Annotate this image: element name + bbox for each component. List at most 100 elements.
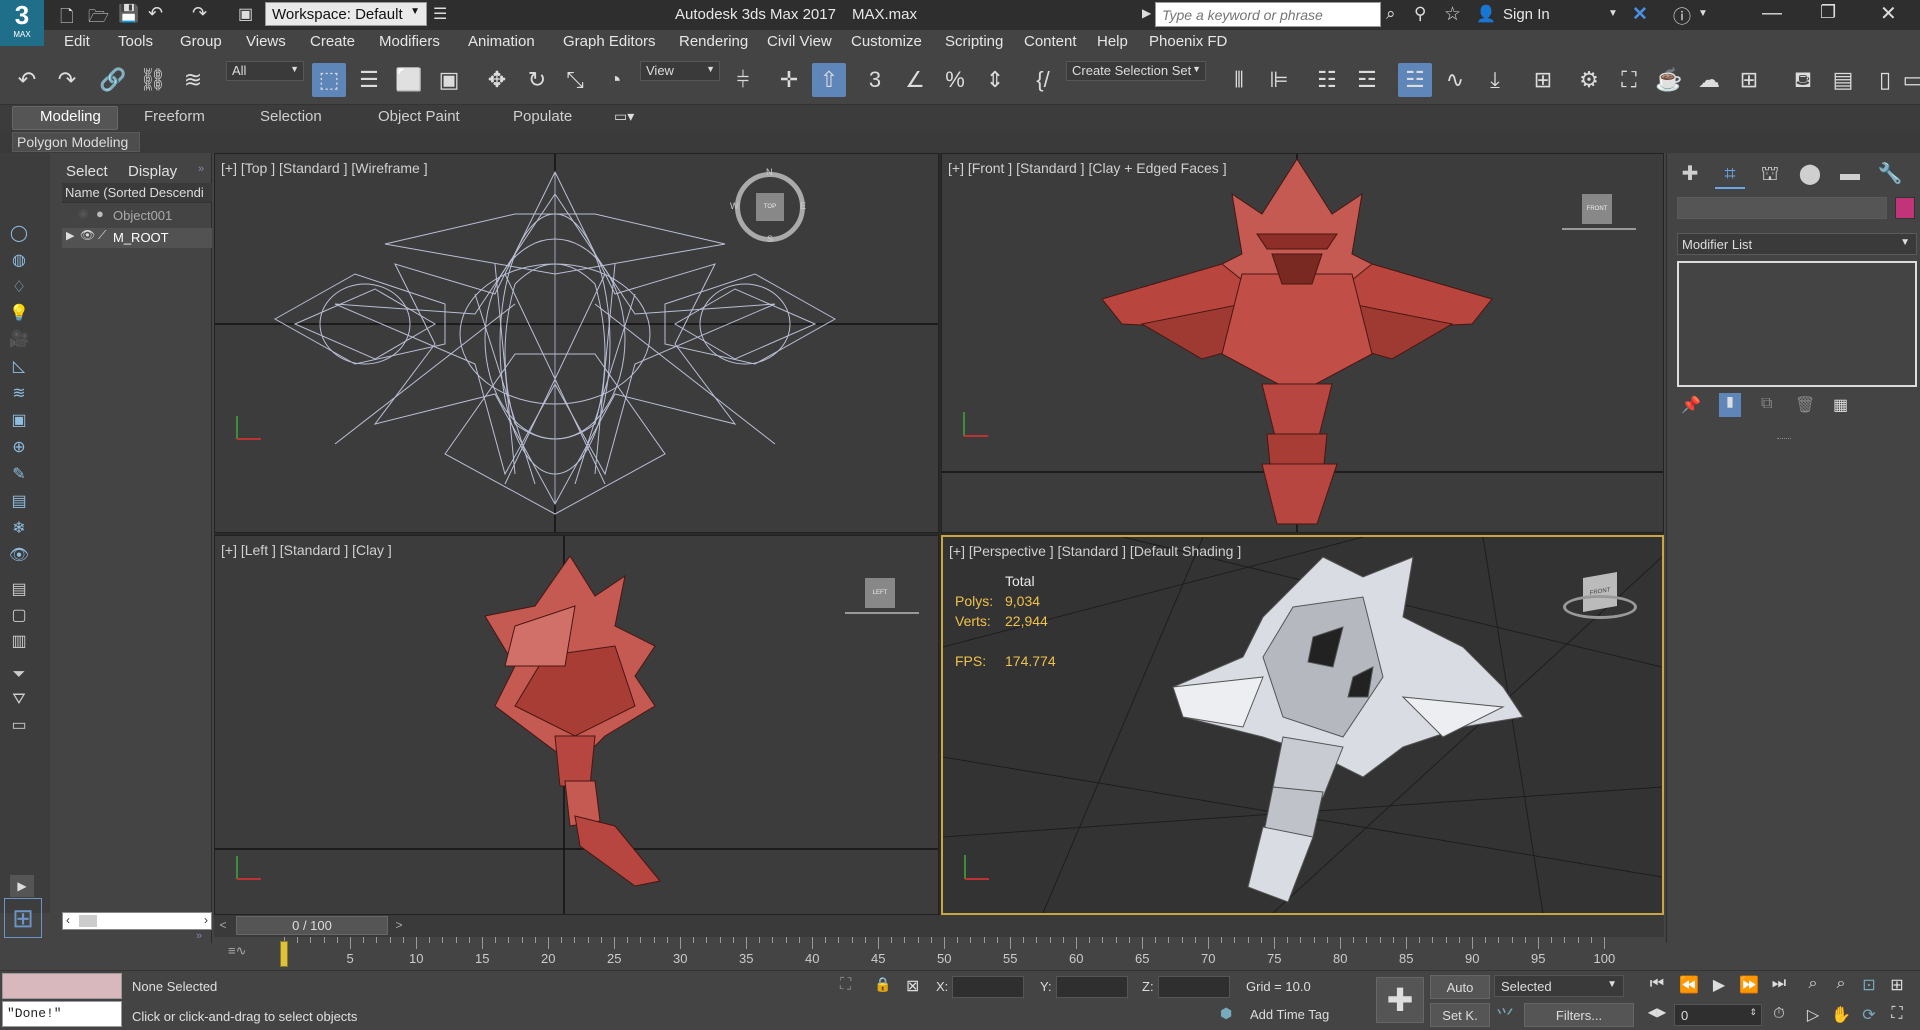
show-end-result-icon[interactable]: ▮	[1719, 393, 1741, 417]
menu-views[interactable]: Views	[246, 33, 286, 50]
spinner-snap-icon[interactable]: ⇕	[978, 63, 1012, 97]
viewport-perspective-label[interactable]: [+] [Perspective ] [Standard ] [Default …	[949, 543, 1241, 559]
filter-icon[interactable]: ⏷	[6, 666, 32, 688]
key-mode-icon[interactable]: ⺍	[1496, 1003, 1514, 1029]
isolate-selection-icon[interactable]: ⛶	[840, 976, 851, 994]
track-bar[interactable]: ≡∿ 0510152025303540455055606570758085909…	[214, 937, 1664, 973]
tab-freeform[interactable]: Freeform	[144, 108, 205, 125]
display-select-none-icon[interactable]: ▢	[6, 605, 32, 627]
binoculars-icon[interactable]: ⌕	[1386, 4, 1396, 24]
menu-tools[interactable]: Tools	[118, 33, 153, 50]
viewport-perspective[interactable]: [+] [Perspective ] [Standard ] [Default …	[941, 535, 1664, 915]
search-input[interactable]	[1155, 2, 1381, 27]
window-crossing-icon[interactable]: ▣	[432, 63, 466, 97]
render-production-icon[interactable]: ☁	[1692, 63, 1726, 97]
remove-modifier-icon[interactable]: 🗑	[1795, 395, 1815, 415]
zoom-extents-icon[interactable]: ⊡	[1856, 975, 1882, 995]
key-filter-dropdown[interactable]: Selected ▼	[1494, 975, 1624, 997]
object-name-field[interactable]	[1677, 197, 1887, 219]
named-selection-sets-dropdown[interactable]: Create Selection Set ▼	[1066, 61, 1206, 81]
next-frame-icon[interactable]: ⏩	[1736, 975, 1762, 995]
keyboard-shortcut-override-icon[interactable]: ⇧	[812, 63, 846, 97]
maxscript-output[interactable]: "Done!"	[2, 1001, 122, 1027]
display-invert-icon[interactable]: ▥	[6, 631, 32, 653]
set-key-button[interactable]: Set K.	[1430, 1003, 1490, 1027]
make-unique-icon[interactable]: ⧉	[1761, 395, 1772, 413]
rendered-frame-window-icon[interactable]: ☕	[1652, 63, 1686, 97]
selection-region-icon[interactable]: ⬜	[392, 63, 426, 97]
menu-content[interactable]: Content	[1024, 33, 1077, 50]
modifier-list-dropdown[interactable]: Modifier List ▼	[1677, 233, 1917, 255]
menu-modifiers[interactable]: Modifiers	[379, 33, 440, 50]
viewport-top-label[interactable]: [+] [Top ] [Standard ] [Wireframe ]	[221, 160, 428, 176]
sign-in-link[interactable]: Sign In	[1503, 6, 1550, 23]
display-hidden-icon[interactable]: 👁	[6, 545, 32, 567]
maximize-viewport-icon[interactable]: ⛶	[1884, 1005, 1910, 1023]
help-icon[interactable]: ⓘ	[1673, 3, 1691, 29]
menu-civil-view[interactable]: Civil View	[767, 33, 832, 50]
help-chevron-icon[interactable]: ▼	[1698, 8, 1708, 19]
close-icon[interactable]: ✕	[1880, 1, 1897, 26]
zoom-icon[interactable]: ⌕	[1800, 975, 1826, 993]
modifier-stack[interactable]	[1677, 261, 1917, 387]
display-none-icon[interactable]: ◯	[6, 223, 32, 245]
render-setup-icon[interactable]: ⛶	[1612, 63, 1646, 97]
toggle-layer-icon[interactable]: ☲	[1350, 63, 1384, 97]
explorer-column-header[interactable]: Name (Sorted Descendi	[62, 183, 212, 203]
x-exchange-icon[interactable]: ✕	[1632, 3, 1648, 26]
app-logo-icon[interactable]: 3 MAX	[0, 0, 44, 46]
orbit-icon[interactable]: ⟳	[1856, 1005, 1882, 1025]
dope-sheet-icon[interactable]: ⤓	[1478, 63, 1512, 97]
viewcube-top[interactable]: TOP	[756, 193, 784, 221]
find-icon[interactable]: ▭	[6, 715, 32, 737]
polygon-modeling-panel[interactable]: Polygon Modeling	[12, 132, 140, 152]
scroll-thumb[interactable]	[79, 915, 97, 927]
new-file-icon[interactable]: 🗋	[60, 4, 74, 33]
layer-explorer-icon[interactable]: ☷	[1310, 63, 1344, 97]
viewport-front-label[interactable]: [+] [Front ] [Standard ] [Clay + Edged F…	[948, 160, 1227, 176]
unlink-selection-icon[interactable]: ⛓	[136, 63, 170, 97]
angle-snap-icon[interactable]: ∠	[898, 63, 932, 97]
motion-tab-icon[interactable]: ⬤	[1795, 159, 1825, 189]
eye-hidden-icon[interactable]: ◉	[78, 206, 88, 220]
menu-rendering[interactable]: Rendering	[679, 33, 748, 50]
zoom-all-icon[interactable]: ⌕	[1828, 975, 1854, 993]
pivot-center-icon[interactable]: ⫩	[726, 63, 760, 97]
create-tab-icon[interactable]: ✚	[1675, 159, 1705, 189]
select-and-move-icon[interactable]: ✥	[480, 63, 514, 97]
auto-key-button[interactable]: Auto	[1430, 975, 1490, 999]
time-next-icon[interactable]: >	[390, 915, 408, 935]
z-coord-field[interactable]	[1158, 976, 1230, 998]
expand-arrow-icon[interactable]: ▶	[66, 229, 74, 242]
open-file-icon[interactable]: 🗁	[88, 4, 109, 33]
display-shapes-icon[interactable]: ♢	[6, 277, 32, 299]
object-color-swatch[interactable]	[1895, 197, 1915, 219]
select-and-manipulate-icon[interactable]: ✛	[772, 63, 806, 97]
toggle-ribbon-icon[interactable]: ☳	[1398, 63, 1432, 97]
modify-tab-icon[interactable]: ⌗	[1715, 159, 1745, 189]
user-icon[interactable]: 👤	[1476, 4, 1496, 24]
ribbon-options-icon[interactable]: ▭▾	[614, 108, 634, 125]
mirror-icon[interactable]: ⫴	[1222, 63, 1256, 97]
funnel-icon[interactable]: ⛛	[6, 691, 32, 713]
list-item[interactable]: ◉ ● Object001	[62, 206, 212, 226]
curve-editor-icon[interactable]: ∿	[1438, 63, 1472, 97]
spinner-icon[interactable]: ⇕	[1749, 1007, 1757, 1018]
menu-scripting[interactable]: Scripting	[945, 33, 1003, 50]
menu-graph-editors[interactable]: Graph Editors	[563, 33, 656, 50]
panel-toggle-icon[interactable]: ▭	[1896, 63, 1920, 97]
tab-object-paint[interactable]: Object Paint	[378, 108, 460, 125]
time-slider[interactable]: < 0 / 100 >	[214, 915, 1664, 937]
go-to-end-icon[interactable]: ⏭	[1766, 975, 1792, 993]
viewport-left-label[interactable]: [+] [Left ] [Standard ] [Clay ]	[221, 542, 392, 558]
schematic-view-icon[interactable]: ⊞	[1526, 63, 1560, 97]
restore-icon[interactable]: ❐	[1820, 2, 1836, 23]
set-key-big-button[interactable]: ✚	[1376, 977, 1424, 1023]
maxscript-listener-mini[interactable]	[2, 973, 122, 999]
zoom-extents-all-icon[interactable]: ⊞	[1884, 975, 1910, 995]
key-filters-button[interactable]: Filters...	[1524, 1003, 1634, 1027]
display-xrefs-icon[interactable]: ⊕	[6, 437, 32, 459]
compass-rose[interactable]: TOP N S E W	[730, 167, 806, 244]
select-by-name-icon[interactable]: ☰	[352, 63, 386, 97]
viewcube-front[interactable]: FRONT	[1582, 194, 1612, 224]
